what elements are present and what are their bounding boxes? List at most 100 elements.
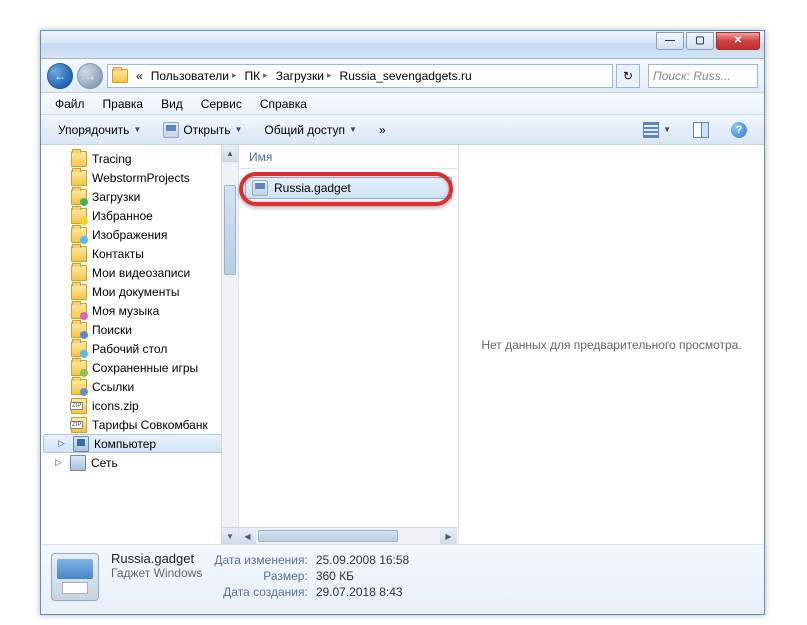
tree-item[interactable]: Поиски <box>41 320 238 339</box>
chevron-right-icon[interactable]: ▸ <box>327 70 332 81</box>
preview-pane-icon <box>693 122 709 138</box>
breadcrumb[interactable]: « Пользователи▸ ПК▸ Загрузки▸ Russia_sev… <box>107 64 613 88</box>
tree-item[interactable]: Tracing <box>41 149 238 168</box>
tree-item[interactable]: Мои видеозаписи <box>41 263 238 282</box>
scroll-right-button[interactable]: ▶ <box>440 528 457 544</box>
details-created-value: 29.07.2018 8:43 <box>316 585 409 599</box>
menu-view[interactable]: Вид <box>153 95 191 113</box>
tree-item[interactable]: Загрузки <box>41 187 238 206</box>
titlebar[interactable]: — ▢ ✕ <box>41 31 764 59</box>
chevron-right-icon[interactable]: ▸ <box>263 70 268 81</box>
chevron-right-icon[interactable]: ▸ <box>232 70 237 81</box>
folder-icon <box>71 265 87 281</box>
tree-item-label: Компьютер <box>94 437 156 451</box>
folder-icon <box>71 227 87 243</box>
tree-item-label: Поиски <box>92 323 132 337</box>
open-button[interactable]: Открыть▼ <box>154 118 251 142</box>
tree-item[interactable]: Контакты <box>41 244 238 263</box>
maximize-button[interactable]: ▢ <box>686 32 714 50</box>
tree-item[interactable]: icons.zip <box>41 396 238 415</box>
arrow-right-icon: → <box>84 69 96 83</box>
scroll-left-button[interactable]: ◀ <box>239 528 256 544</box>
expand-icon[interactable]: ▷ <box>58 438 68 449</box>
tree-item[interactable]: Избранное <box>41 206 238 225</box>
details-modified-value: 25.09.2008 16:58 <box>316 553 409 567</box>
tree-item-label: Моя музыка <box>92 304 159 318</box>
file-list[interactable]: Имя Russia.gadget ◀ ▶ <box>239 145 459 544</box>
help-icon: ? <box>731 122 747 138</box>
tree-item[interactable]: Рабочий стол <box>41 339 238 358</box>
tree-item-label: Контакты <box>92 247 144 261</box>
close-icon: ✕ <box>734 36 742 46</box>
tree-item-label: Загрузки <box>92 190 140 204</box>
menu-bar: Файл Правка Вид Сервис Справка <box>41 93 764 115</box>
tree-item[interactable]: Изображения <box>41 225 238 244</box>
nav-bar: ← → « Пользователи▸ ПК▸ Загрузки▸ Russia… <box>41 59 764 93</box>
folder-icon <box>71 379 87 395</box>
breadcrumb-overflow[interactable]: « <box>136 69 143 83</box>
menu-edit[interactable]: Правка <box>95 95 152 113</box>
tree-item-label: Тарифы Совкомбанк <box>92 418 208 432</box>
scroll-thumb[interactable] <box>258 530 398 542</box>
tree-item-label: Tracing <box>92 152 132 166</box>
close-button[interactable]: ✕ <box>716 32 760 50</box>
file-name: Russia.gadget <box>274 181 351 195</box>
body: Tracing WebstormProjects Загрузки Избранное… <box>41 145 764 544</box>
nav-tree: Tracing WebstormProjects Загрузки Избранное… <box>41 145 239 544</box>
scroll-down-button[interactable]: ▼ <box>222 527 238 544</box>
tree-item-label: icons.zip <box>92 399 139 413</box>
minimize-icon: — <box>665 36 675 46</box>
folder-icon <box>71 170 87 186</box>
network-icon <box>70 455 86 471</box>
tree-item[interactable]: Тарифы Совкомбанк <box>41 415 238 434</box>
breadcrumb-item[interactable]: ПК▸ <box>241 65 272 87</box>
tree-item[interactable]: Моя музыка <box>41 301 238 320</box>
folder-icon <box>71 303 87 319</box>
tree-item-network[interactable]: ▷Сеть <box>41 453 238 472</box>
scrollbar-horizontal[interactable]: ◀ ▶ <box>239 527 457 544</box>
preview-pane-button[interactable] <box>684 118 718 142</box>
breadcrumb-item[interactable]: Пользователи▸ <box>147 65 241 87</box>
breadcrumb-item[interactable]: Russia_sevengadgets.ru <box>336 65 476 87</box>
breadcrumb-item[interactable]: Загрузки▸ <box>272 65 336 87</box>
maximize-icon: ▢ <box>695 36 704 46</box>
tree-item[interactable]: Ссылки <box>41 377 238 396</box>
tree-item-computer[interactable]: ▷ Компьютер <box>43 434 236 453</box>
expand-icon[interactable]: ▷ <box>55 457 65 468</box>
help-button[interactable]: ? <box>722 118 756 142</box>
column-header-name[interactable]: Имя <box>239 145 458 169</box>
tree-item-label: Ссылки <box>92 380 134 394</box>
tree-item[interactable]: WebstormProjects <box>41 168 238 187</box>
share-button[interactable]: Общий доступ▼ <box>255 119 366 141</box>
preview-empty-text: Нет данных для предварительного просмотр… <box>481 338 741 352</box>
menu-help[interactable]: Справка <box>252 95 315 113</box>
details-pane: Russia.gadget Гаджет Windows Дата измене… <box>41 544 764 614</box>
scroll-thumb[interactable] <box>224 185 236 275</box>
folder-icon <box>71 151 87 167</box>
preview-pane: Нет данных для предварительного просмотр… <box>459 145 764 544</box>
folder-icon <box>112 69 128 83</box>
folder-icon <box>71 284 87 300</box>
search-input[interactable]: Поиск: Russ... <box>648 64 758 88</box>
scroll-up-button[interactable]: ▲ <box>222 145 238 162</box>
tree-item[interactable]: Мои документы <box>41 282 238 301</box>
minimize-button[interactable]: — <box>656 32 684 50</box>
view-mode-button[interactable]: ▼ <box>634 118 680 142</box>
explorer-window: — ▢ ✕ ← → « Пользователи▸ ПК▸ Загрузки▸ … <box>40 30 765 615</box>
details-size-label: Размер: <box>214 569 308 583</box>
back-button[interactable]: ← <box>47 63 73 89</box>
folder-icon <box>71 398 87 414</box>
tree-item[interactable]: Сохраненные игры <box>41 358 238 377</box>
scrollbar-vertical[interactable]: ▲ ▼ <box>221 145 238 544</box>
menu-tools[interactable]: Сервис <box>193 95 250 113</box>
file-item-selected[interactable]: Russia.gadget <box>245 177 452 199</box>
refresh-icon: ↻ <box>623 69 633 83</box>
overflow-button[interactable]: » <box>370 119 395 141</box>
refresh-button[interactable]: ↻ <box>616 64 640 88</box>
forward-button[interactable]: → <box>77 63 103 89</box>
organize-button[interactable]: Упорядочить▼ <box>49 119 150 141</box>
gadget-icon <box>163 122 179 138</box>
menu-file[interactable]: Файл <box>47 95 93 113</box>
main-area: Имя Russia.gadget ◀ ▶ Нет данных для пре… <box>239 145 764 544</box>
folder-icon <box>71 189 87 205</box>
